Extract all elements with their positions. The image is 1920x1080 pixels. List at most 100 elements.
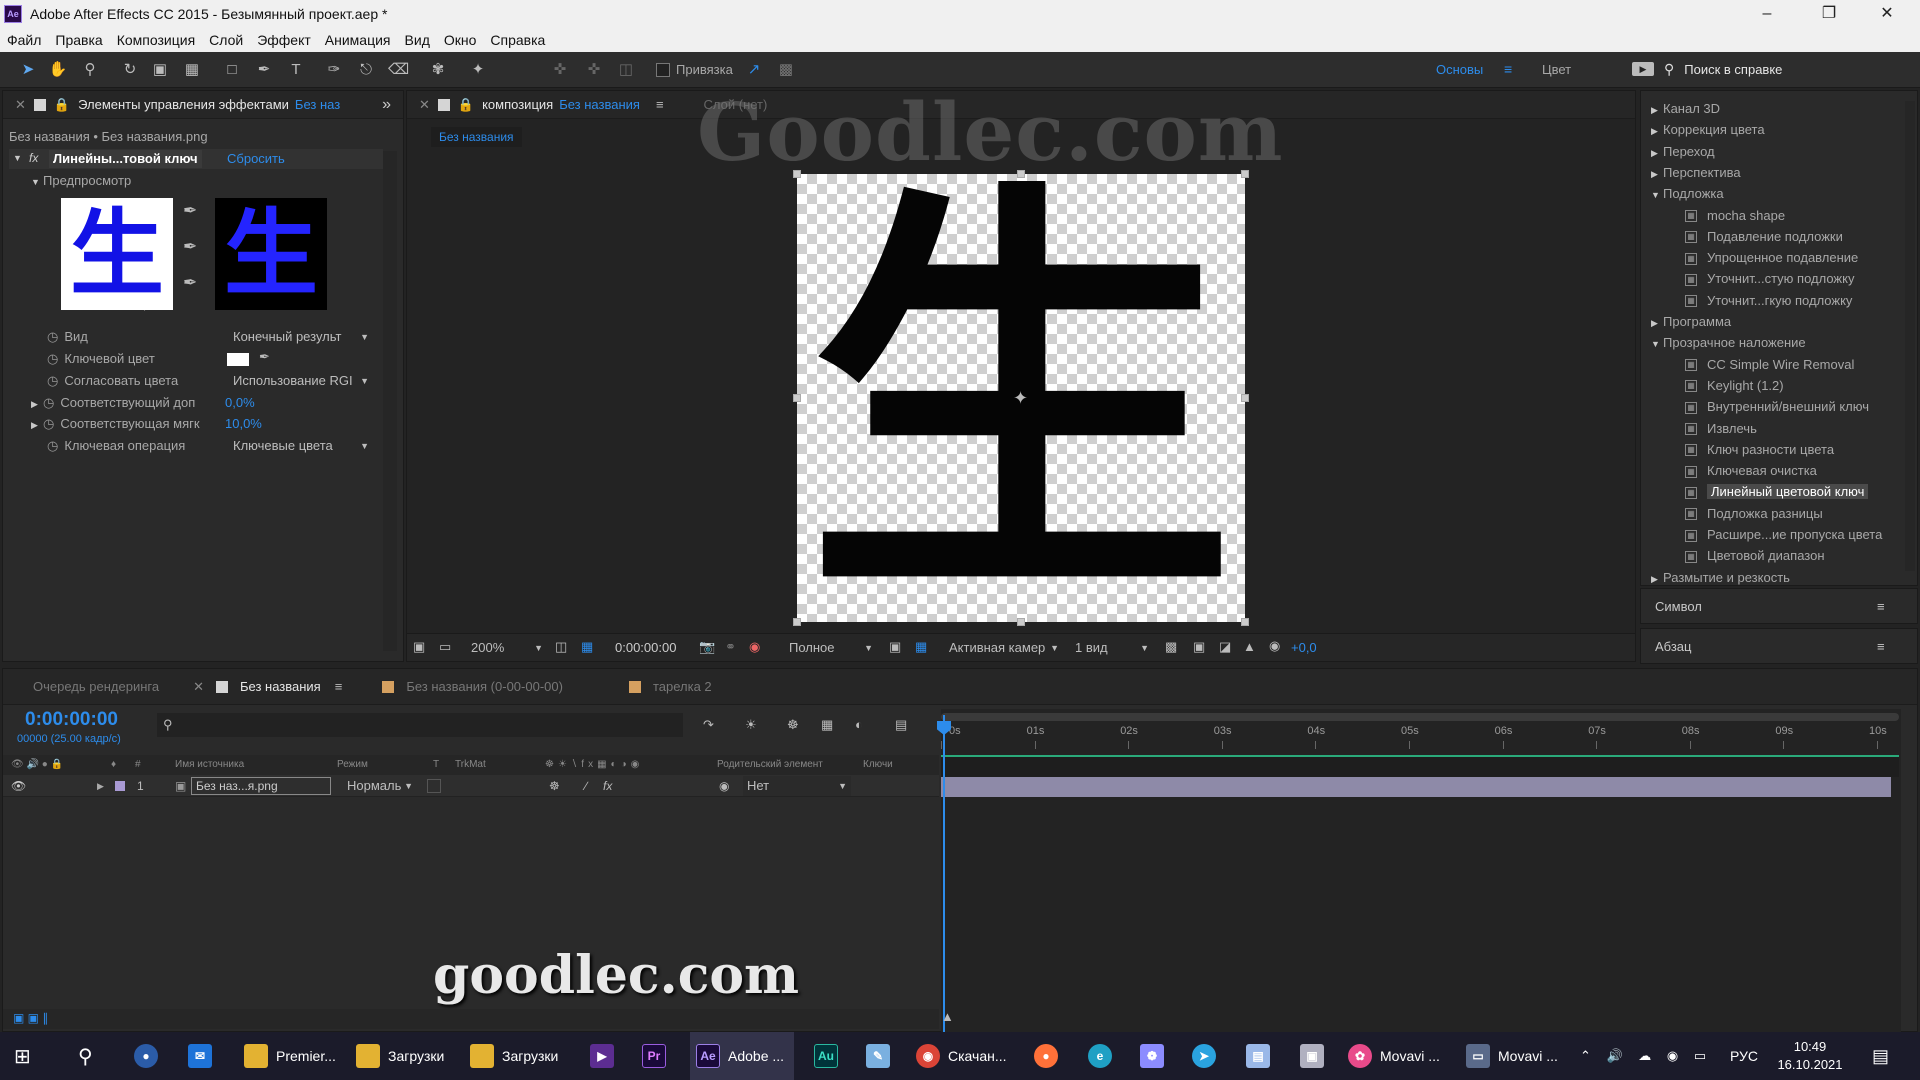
anchor-point-icon[interactable]: ✦ xyxy=(1013,388,1028,409)
matching-softness-value[interactable]: 10,0% xyxy=(225,414,262,434)
menu-effect[interactable]: Эффект xyxy=(250,32,318,48)
key-color-swatch[interactable] xyxy=(227,353,249,366)
minimize-button[interactable]: – xyxy=(1744,0,1790,28)
search-help-toggle-icon[interactable]: ▶ xyxy=(1632,62,1654,76)
preserve-transparency-checkbox[interactable] xyxy=(427,779,441,793)
taskbar-downloads-2[interactable]: Загрузки xyxy=(470,1032,558,1080)
fit-icon[interactable]: ◫ xyxy=(555,639,567,655)
composition-tab-name[interactable]: Без названия xyxy=(559,97,640,112)
app-icon[interactable]: ▣ xyxy=(1300,1032,1332,1080)
render-queue-tab[interactable]: Очередь рендеринга xyxy=(33,679,159,694)
menu-help[interactable]: Справка xyxy=(483,32,552,48)
start-button-icon[interactable]: ⊞ xyxy=(14,1032,31,1080)
axis-local-icon[interactable]: ✜ xyxy=(550,60,570,80)
mail-icon[interactable]: ✉ xyxy=(188,1032,220,1080)
col-parent[interactable]: Родительский элемент xyxy=(717,755,823,775)
effect-item[interactable]: ▦ Линейный цветовой ключ xyxy=(1685,482,1869,502)
tab-menu-icon[interactable]: ≡ xyxy=(335,679,343,694)
selection-tool-icon[interactable]: ➤ xyxy=(18,60,38,80)
snap-checkbox[interactable] xyxy=(656,63,670,77)
quality-switch-icon[interactable]: ∕ xyxy=(585,775,587,797)
timeline-tab-2[interactable]: Без названия (0-00-00-00) xyxy=(406,679,563,694)
match-colors-dropdown[interactable]: Использование RGI xyxy=(229,371,373,391)
comp-name-chip[interactable]: Без названия xyxy=(431,127,522,147)
roi-icon[interactable]: ▣ xyxy=(889,639,901,655)
premiere-icon[interactable]: Pr xyxy=(642,1032,674,1080)
timeline-tab-3[interactable]: тарелка 2 xyxy=(653,679,712,694)
taskbar-movavi-2[interactable]: ▭ Movavi ... xyxy=(1466,1032,1558,1080)
axis-world-icon[interactable]: ✜ xyxy=(584,60,604,80)
panel-overflow-icon[interactable]: » xyxy=(382,96,391,114)
timeline-track-area[interactable]: 0s 01s 02s 03s 04s 05s 06s 07s 08s 09s 10s xyxy=(937,709,1901,1033)
fast-previews-icon[interactable]: ▣ xyxy=(1193,639,1205,655)
menu-window[interactable]: Окно xyxy=(437,32,484,48)
menu-edit[interactable]: Правка xyxy=(48,32,109,48)
expanded-triangle-icon[interactable]: ▼ xyxy=(1651,334,1663,354)
rotate-tool-icon[interactable]: ↻ xyxy=(120,60,140,80)
stopwatch-icon[interactable]: ◷ xyxy=(47,351,58,366)
help-search-field[interactable]: ⚲ Поиск в справке xyxy=(1664,56,1914,82)
composition-tab-menu-icon[interactable]: ≡ xyxy=(656,97,664,112)
timeline-current-time[interactable]: 0:00:00:00 xyxy=(25,709,118,731)
stopwatch-icon[interactable]: ◷ xyxy=(47,329,58,344)
collapsed-triangle-icon[interactable]: ▶ xyxy=(1651,121,1663,141)
visibility-eye-icon[interactable]: 👁 xyxy=(11,775,26,797)
transform-handle[interactable] xyxy=(1017,170,1025,178)
effect-item[interactable]: ▦ mocha shape xyxy=(1685,206,1785,226)
effects-category[interactable]: ▶ Канал 3D xyxy=(1651,99,1720,119)
current-time-display[interactable]: 0:00:00:00 xyxy=(615,640,676,655)
frame-blending-icon[interactable]: ▦ xyxy=(821,717,833,733)
resolution-dropdown[interactable]: Полное xyxy=(785,638,877,658)
text-tool-icon[interactable]: T xyxy=(286,60,306,80)
edge-icon[interactable]: e xyxy=(1088,1032,1120,1080)
document-icon[interactable]: ▤ xyxy=(1246,1032,1278,1080)
effect-item[interactable]: ▦ Упрощенное подавление xyxy=(1685,248,1858,268)
telegram-icon[interactable]: ➤ xyxy=(1192,1032,1224,1080)
effect-item[interactable]: ▦ Подложка разницы xyxy=(1685,504,1823,524)
effect-item[interactable]: ▦ Keylight (1.2) xyxy=(1685,376,1784,396)
collapsed-triangle-icon[interactable]: ▶ xyxy=(1651,100,1663,120)
effect-header-row[interactable]: ▼ fx Линейны...товой ключ Сбросить xyxy=(9,149,383,169)
lock-icon[interactable]: 🔒 xyxy=(54,97,70,113)
layer-mode-dropdown[interactable]: Нормаль xyxy=(343,776,417,796)
zoom-out-icon[interactable]: ▲ xyxy=(941,1009,954,1024)
view-dropdown[interactable]: Конечный результ xyxy=(229,327,373,347)
workspace-color[interactable]: Цвет xyxy=(1542,62,1571,77)
close-button[interactable]: ✕ xyxy=(1864,0,1910,28)
snapshot-icon[interactable]: 📷 xyxy=(699,639,715,655)
panel-menu-icon[interactable]: ≡ xyxy=(1877,637,1885,657)
transform-handle[interactable] xyxy=(1241,170,1249,178)
layer-label-color[interactable] xyxy=(115,781,125,791)
audition-icon[interactable]: Au xyxy=(814,1032,846,1080)
eraser-tool-icon[interactable]: ⌫ xyxy=(388,60,409,80)
playhead-line[interactable] xyxy=(943,715,945,1033)
transform-handle[interactable] xyxy=(1017,618,1025,626)
preview-section[interactable]: ▼ Предпросмотр xyxy=(31,171,131,191)
app-icon[interactable]: ❁ xyxy=(1140,1032,1172,1080)
taskbar-movavi-1[interactable]: ✿ Movavi ... xyxy=(1348,1032,1440,1080)
snap-edge-icon[interactable]: ↗ xyxy=(744,60,764,80)
paragraph-panel[interactable]: Абзац ≡ xyxy=(1640,628,1918,664)
visual-studio-icon[interactable]: ▶ xyxy=(590,1032,622,1080)
taskbar-chrome[interactable]: ◉ Скачан... xyxy=(916,1032,1007,1080)
transform-handle[interactable] xyxy=(1241,618,1249,626)
channels-icon[interactable]: ◉ xyxy=(749,639,760,655)
transform-handle[interactable] xyxy=(1241,394,1249,402)
exposure-icon[interactable]: ◉ xyxy=(1269,638,1280,654)
close-tab-icon[interactable]: ✕ xyxy=(193,679,204,695)
taskbar-after-effects[interactable]: Ae Adobe ... xyxy=(690,1032,795,1080)
effect-controls-tab-layer[interactable]: Без наз xyxy=(295,97,340,112)
exposure-value[interactable]: +0,0 xyxy=(1291,640,1317,655)
motion-blur-icon[interactable]: ◐ xyxy=(855,717,863,732)
camera-tool-icon[interactable]: ▣ xyxy=(150,60,170,80)
effects-category[interactable]: ▶ Перспектива xyxy=(1651,163,1741,183)
language-indicator[interactable]: РУС xyxy=(1730,1032,1758,1080)
transform-handle[interactable] xyxy=(793,394,801,402)
collapsed-triangle-icon[interactable]: ▶ xyxy=(1651,569,1663,589)
eyedropper-minus-icon[interactable]: ✒ xyxy=(183,273,197,293)
lock-icon[interactable]: 🔒 xyxy=(458,97,474,113)
effects-category[interactable]: ▼ Прозрачное наложение xyxy=(1651,333,1806,353)
collapsed-triangle-icon[interactable]: ▶ xyxy=(1651,313,1663,333)
reset-link[interactable]: Сбросить xyxy=(227,151,285,166)
workspace-menu-icon[interactable]: ≡ xyxy=(1504,61,1512,77)
